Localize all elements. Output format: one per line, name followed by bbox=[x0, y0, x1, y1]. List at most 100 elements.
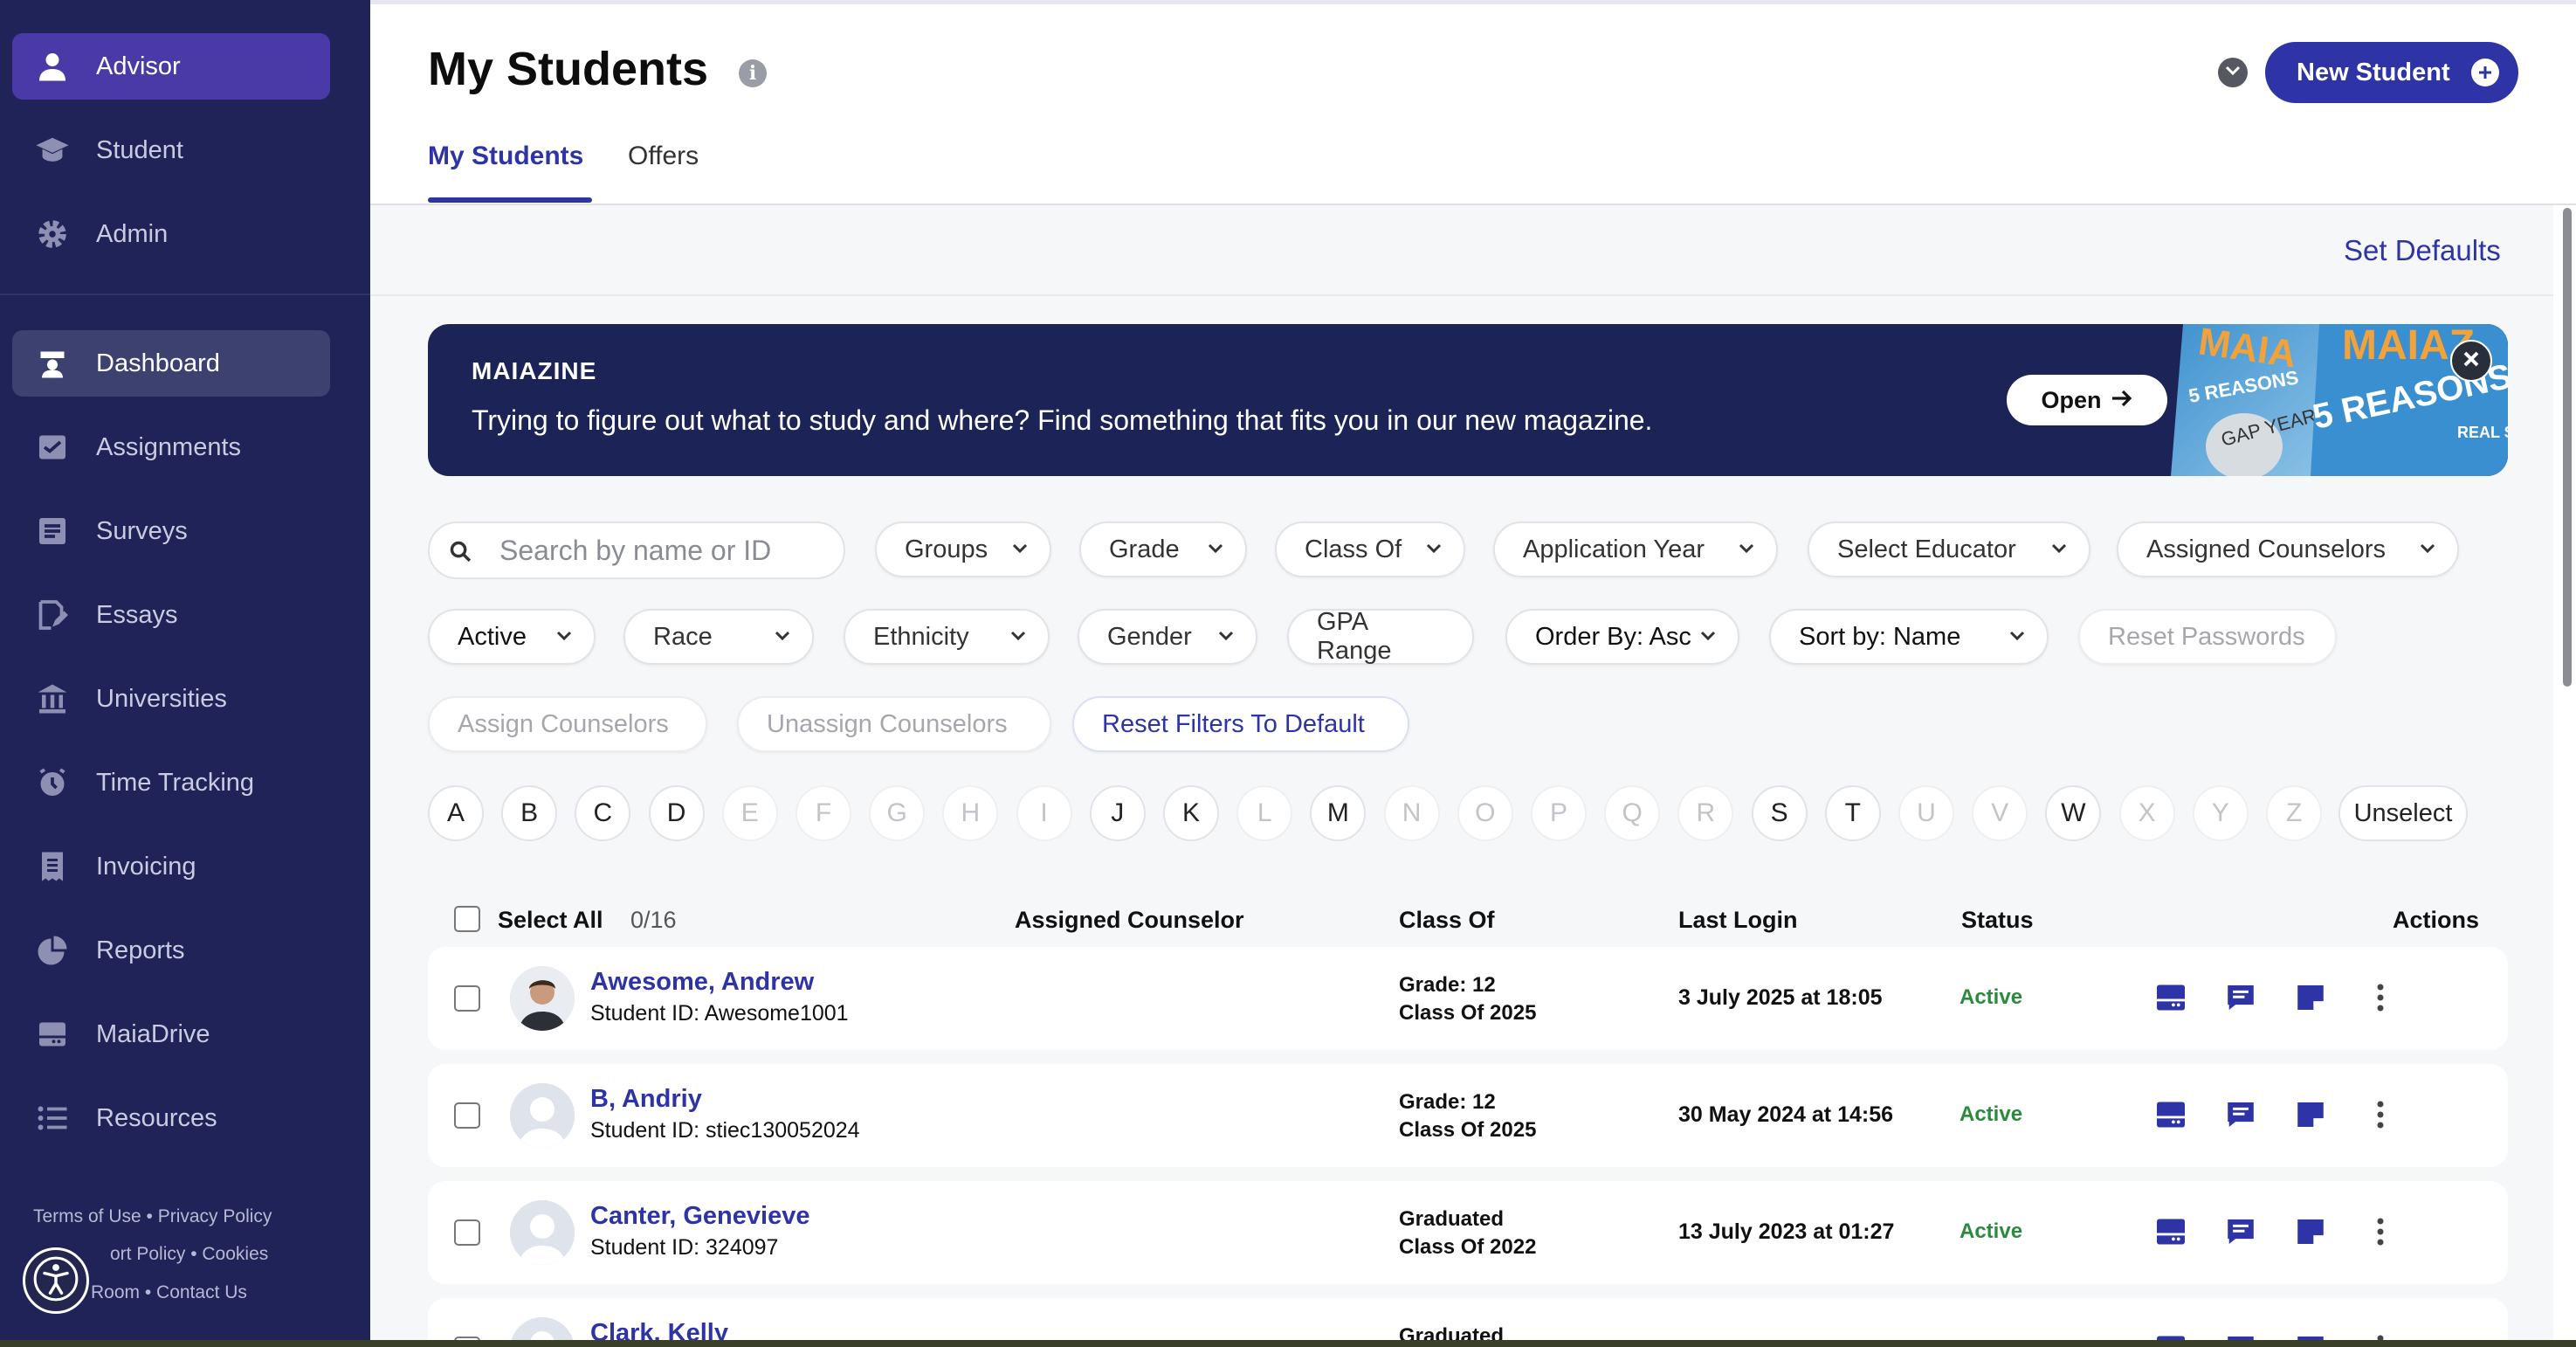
role-label: Admin bbox=[96, 219, 169, 248]
open-magazine-button[interactable]: Open bbox=[2007, 375, 2167, 425]
header-dropdown-button[interactable] bbox=[2218, 58, 2248, 87]
sidebar-item-essays[interactable]: Essays bbox=[12, 582, 330, 648]
row-action-drive-button[interactable] bbox=[2153, 1099, 2188, 1134]
sidebar-item-assignments[interactable]: Assignments bbox=[12, 414, 330, 480]
letter-s[interactable]: S bbox=[1751, 785, 1808, 841]
footer-links-3[interactable]: Room • Contact Us bbox=[91, 1282, 405, 1303]
filter-application-year[interactable]: Application Year bbox=[1493, 522, 1778, 577]
letter-y[interactable]: Y bbox=[2192, 785, 2249, 841]
letter-l[interactable]: L bbox=[1236, 785, 1293, 841]
letter-w[interactable]: W bbox=[2045, 785, 2102, 841]
letter-b[interactable]: B bbox=[501, 785, 558, 841]
row-action-drive-button[interactable] bbox=[2153, 982, 2188, 1017]
sidebar-item-maiadrive[interactable]: MaiaDrive bbox=[12, 1001, 330, 1067]
sidebar-item-reports[interactable]: Reports bbox=[12, 917, 330, 984]
order-by-dropdown[interactable]: Order By: Asc bbox=[1505, 609, 1739, 665]
filter-gender[interactable]: Gender bbox=[1078, 609, 1257, 665]
row-action-message-button[interactable] bbox=[2223, 1216, 2258, 1251]
letter-n[interactable]: N bbox=[1383, 785, 1440, 841]
filter-label: Grade bbox=[1109, 535, 1180, 563]
filter-groups[interactable]: Groups bbox=[875, 522, 1051, 577]
filter-ethnicity[interactable]: Ethnicity bbox=[844, 609, 1050, 665]
reset-filters-button[interactable]: Reset Filters To Default bbox=[1072, 696, 1409, 752]
letter-v[interactable]: V bbox=[1972, 785, 2028, 841]
sidebar-item-time-tracking[interactable]: Time Tracking bbox=[12, 749, 330, 816]
letter-m[interactable]: M bbox=[1310, 785, 1367, 841]
filter-select-educator[interactable]: Select Educator bbox=[1808, 522, 2090, 577]
tab-offers[interactable]: Offers bbox=[628, 142, 699, 171]
select-all-label[interactable]: Select All bbox=[498, 907, 603, 934]
letter-p[interactable]: P bbox=[1531, 785, 1587, 841]
filter-active[interactable]: Active bbox=[428, 609, 596, 665]
row-action-note-button[interactable] bbox=[2293, 982, 2328, 1017]
sidebar-item-invoicing[interactable]: Invoicing bbox=[12, 833, 330, 900]
row-more-menu-button[interactable] bbox=[2370, 1099, 2391, 1134]
role-admin[interactable]: Admin bbox=[12, 201, 330, 267]
message-icon bbox=[2225, 1217, 2256, 1251]
letter-q[interactable]: Q bbox=[1604, 785, 1661, 841]
sidebar-item-surveys[interactable]: Surveys bbox=[12, 498, 330, 564]
student-name-link[interactable]: Awesome, Andrew bbox=[590, 968, 814, 997]
letter-j[interactable]: J bbox=[1089, 785, 1146, 841]
sort-by-dropdown[interactable]: Sort by: Name bbox=[1769, 609, 2049, 665]
chevron-down-icon bbox=[2051, 543, 2067, 554]
student-name-link[interactable]: Canter, Genevieve bbox=[590, 1202, 809, 1231]
letter-h[interactable]: H bbox=[942, 785, 999, 841]
chevron-down-icon bbox=[2009, 631, 2025, 641]
row-checkbox[interactable] bbox=[454, 985, 480, 1012]
row-action-note-button[interactable] bbox=[2293, 1099, 2328, 1134]
select-all-checkbox[interactable] bbox=[454, 906, 480, 932]
row-action-message-button[interactable] bbox=[2223, 1099, 2258, 1134]
search-input[interactable] bbox=[499, 534, 831, 567]
accessibility-button[interactable] bbox=[23, 1247, 89, 1314]
letter-t[interactable]: T bbox=[1824, 785, 1881, 841]
letter-e[interactable]: E bbox=[721, 785, 778, 841]
reset-passwords-button[interactable]: Reset Passwords bbox=[2078, 609, 2337, 665]
letter-x[interactable]: X bbox=[2118, 785, 2175, 841]
filter-assigned-counselors[interactable]: Assigned Counselors bbox=[2117, 522, 2459, 577]
sidebar-item-dashboard[interactable]: Dashboard bbox=[12, 330, 330, 397]
close-banner-button[interactable] bbox=[2450, 340, 2492, 382]
letter-r[interactable]: R bbox=[1677, 785, 1734, 841]
header-last-login: Last Login bbox=[1678, 907, 1798, 933]
info-icon[interactable]: i bbox=[739, 59, 767, 87]
row-more-menu-button[interactable] bbox=[2370, 1216, 2391, 1251]
role-student[interactable]: Student bbox=[12, 117, 330, 183]
row-action-message-button[interactable] bbox=[2223, 982, 2258, 1017]
sidebar-item-universities[interactable]: Universities bbox=[12, 666, 330, 732]
row-checkbox[interactable] bbox=[454, 1219, 480, 1246]
row-action-note-button[interactable] bbox=[2293, 1216, 2328, 1251]
search-field[interactable] bbox=[428, 522, 845, 579]
row-more-menu-button[interactable] bbox=[2370, 982, 2391, 1017]
filter-class-of[interactable]: Class Of bbox=[1275, 522, 1465, 577]
sidebar-item-resources[interactable]: Resources bbox=[12, 1085, 330, 1151]
row-checkbox[interactable] bbox=[454, 1102, 480, 1129]
filter-grade[interactable]: Grade bbox=[1079, 522, 1247, 577]
role-advisor[interactable]: Advisor bbox=[12, 33, 330, 100]
letter-d[interactable]: D bbox=[648, 785, 705, 841]
tab-my-students[interactable]: My Students bbox=[428, 142, 583, 171]
new-student-button[interactable]: New Student bbox=[2265, 42, 2518, 103]
row-action-drive-button[interactable] bbox=[2153, 1216, 2188, 1251]
letter-c[interactable]: C bbox=[575, 785, 631, 841]
letter-i[interactable]: I bbox=[1016, 785, 1072, 841]
essays-icon bbox=[35, 598, 70, 632]
letter-o[interactable]: O bbox=[1457, 785, 1513, 841]
letter-u[interactable]: U bbox=[1898, 785, 1954, 841]
mag-right-sub2: REAL STO bbox=[2457, 424, 2508, 441]
unselect-letters-button[interactable]: Unselect bbox=[2338, 785, 2468, 841]
letter-k[interactable]: K bbox=[1163, 785, 1219, 841]
filter-gpa-range[interactable]: GPA Range bbox=[1287, 608, 1474, 665]
letter-f[interactable]: F bbox=[796, 785, 851, 841]
student-class-of: Class Of 2025 bbox=[1399, 1001, 1537, 1025]
letter-g[interactable]: G bbox=[869, 785, 926, 841]
footer-links-1[interactable]: Terms of Use • Privacy Policy bbox=[33, 1206, 348, 1227]
letter-a[interactable]: A bbox=[428, 785, 484, 841]
assign-counselors-button[interactable]: Assign Counselors bbox=[428, 696, 707, 752]
set-defaults-link[interactable]: Set Defaults bbox=[2344, 234, 2501, 267]
letter-z[interactable]: Z bbox=[2266, 785, 2322, 841]
filter-race[interactable]: Race bbox=[623, 609, 814, 665]
unassign-counselors-button[interactable]: Unassign Counselors bbox=[737, 696, 1051, 752]
scrollbar-thumb[interactable] bbox=[2563, 208, 2572, 687]
student-name-link[interactable]: B, Andriy bbox=[590, 1085, 702, 1114]
